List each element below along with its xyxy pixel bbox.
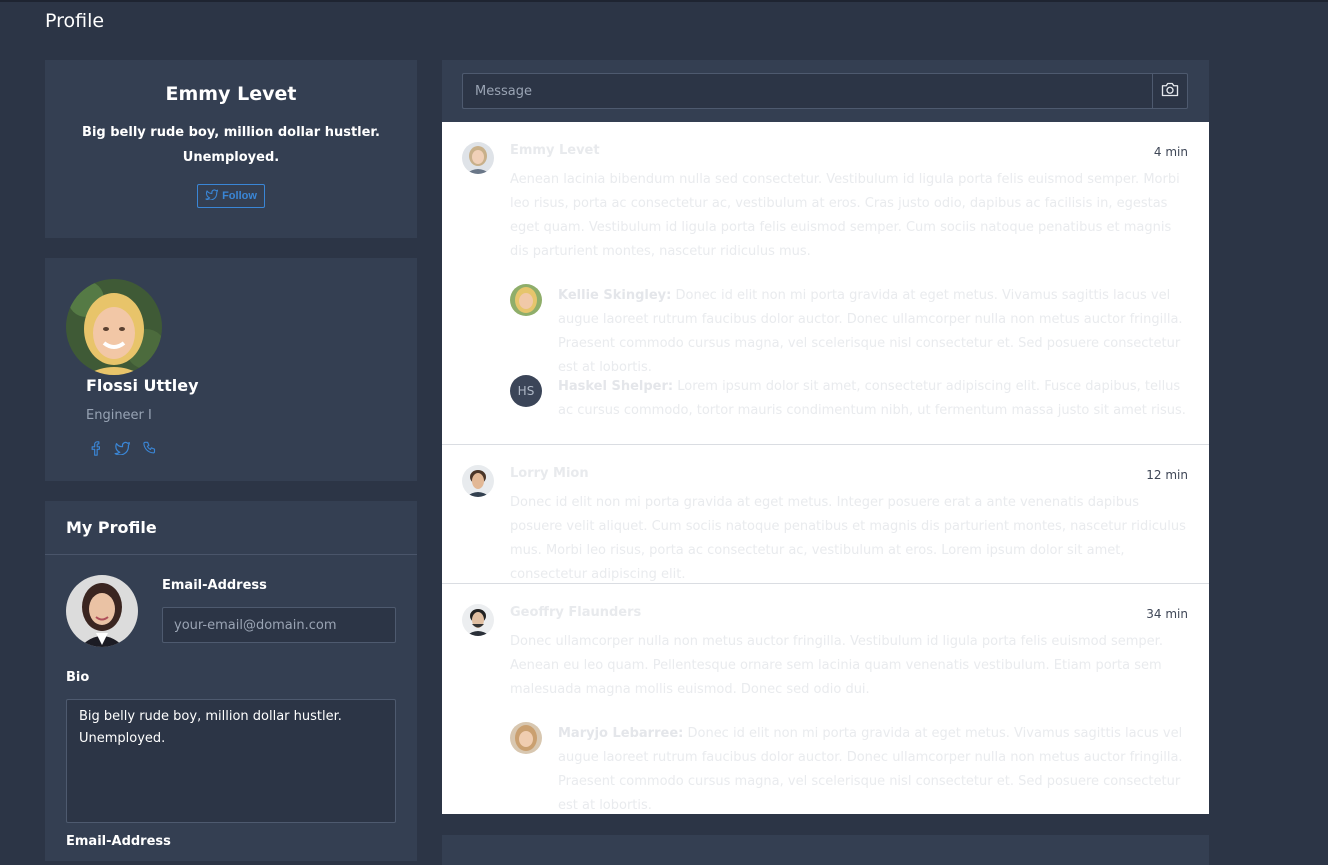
post-author[interactable]: Lorry Mion <box>510 466 589 481</box>
user-name: Flossi Uttley <box>86 376 199 395</box>
reply-author[interactable]: Kellie Skingley: <box>558 288 671 303</box>
follow-label: Follow <box>222 190 257 202</box>
reply-author[interactable]: Maryjo Lebarree: <box>558 726 683 741</box>
post-author[interactable]: Geoffry Flaunders <box>510 605 641 620</box>
camera-icon <box>1161 82 1179 101</box>
follow-button[interactable]: Follow <box>197 184 265 208</box>
post-text: Donec ullamcorper nulla non metus auctor… <box>510 634 1163 697</box>
bio-label: Bio <box>66 670 90 685</box>
email-label: Email-Address <box>162 578 267 593</box>
bio-textarea[interactable]: Big belly rude boy, million dollar hustl… <box>66 699 396 823</box>
message-composer <box>442 60 1209 122</box>
avatar[interactable] <box>510 722 542 754</box>
post-text: Donec id elit non mi porta gravida at eg… <box>510 495 1186 582</box>
email-field[interactable] <box>162 607 396 643</box>
next-card <box>442 835 1209 865</box>
avatar-initials[interactable]: HS <box>510 375 542 407</box>
feed-post: Geoffry Flaunders 34 min Donec ullamcorp… <box>442 584 1209 814</box>
reply-author[interactable]: Haskel Shelper: <box>558 379 673 394</box>
post-time: 12 min <box>1146 468 1188 482</box>
reply-text: Kellie Skingley: Donec id elit non mi po… <box>558 288 1183 375</box>
message-input[interactable] <box>462 73 1153 109</box>
my-profile-title: My Profile <box>45 501 417 555</box>
facebook-icon[interactable] <box>86 439 104 457</box>
profile-bio: Big belly rude boy, million dollar hustl… <box>82 125 380 165</box>
profile-name: Emmy Levet <box>165 83 297 105</box>
avatar[interactable] <box>462 465 494 497</box>
avatar[interactable] <box>66 279 162 375</box>
twitter-icon <box>205 189 219 203</box>
avatar[interactable] <box>462 604 494 636</box>
avatar[interactable] <box>510 284 542 316</box>
profile-avatar[interactable] <box>66 575 138 647</box>
post-time: 4 min <box>1153 145 1188 159</box>
page-title: Profile <box>45 10 105 32</box>
user-card: Flossi Uttley Engineer I <box>45 258 417 481</box>
activity-feed: Emmy Levet 4 min Aenean lacinia bibendum… <box>442 122 1209 814</box>
feed-post: Emmy Levet 4 min Aenean lacinia bibendum… <box>442 122 1209 445</box>
social-links <box>86 439 158 457</box>
post-text: Aenean lacinia bibendum nulla sed consec… <box>510 172 1180 259</box>
email-label-2: Email-Address <box>66 834 171 849</box>
top-border <box>0 0 1328 2</box>
user-role: Engineer I <box>86 408 152 423</box>
feed-post: Lorry Mion 12 min Donec id elit non mi p… <box>442 445 1209 584</box>
twitter-icon[interactable] <box>113 439 131 457</box>
post-time: 34 min <box>1146 607 1188 621</box>
reply-text: Maryjo Lebarree: Donec id elit non mi po… <box>558 726 1183 813</box>
post-author[interactable]: Emmy Levet <box>510 143 600 158</box>
camera-button[interactable] <box>1152 73 1188 109</box>
my-profile-card: My Profile Email-Address Bio Big belly r… <box>45 501 417 861</box>
reply-text: Haskel Shelper: Lorem ipsum dolor sit am… <box>558 379 1186 418</box>
avatar[interactable] <box>462 142 494 174</box>
profile-header-card: Emmy Levet Big belly rude boy, million d… <box>45 60 417 238</box>
phone-icon[interactable] <box>140 439 158 457</box>
